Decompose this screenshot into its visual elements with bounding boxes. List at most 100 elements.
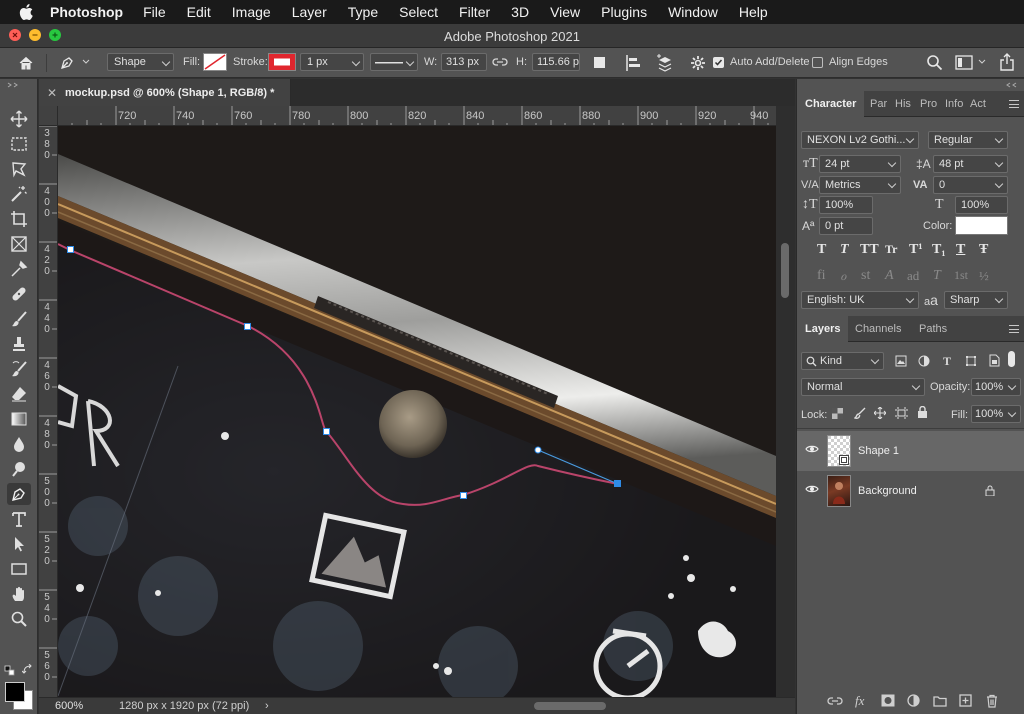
trash-icon[interactable] — [986, 694, 998, 708]
menu-image[interactable]: Image — [232, 4, 271, 20]
brush-tool[interactable] — [7, 308, 31, 330]
panel-collapse-icon[interactable] — [1004, 82, 1018, 88]
tab-paths[interactable]: Paths — [919, 316, 947, 342]
font-size-dropdown[interactable]: 24 pt — [819, 155, 901, 173]
chevron-down-icon[interactable] — [82, 59, 90, 65]
chevron-down-icon[interactable] — [978, 59, 986, 65]
horizontal-ruler[interactable]: 720 740 760 780 800 820 840 860 880 900 … — [58, 106, 776, 126]
align-edges-checkbox[interactable] — [812, 57, 823, 68]
all-caps-button[interactable]: TT — [860, 242, 879, 258]
tab-info[interactable]: Info — [945, 91, 963, 117]
document-canvas[interactable] — [58, 126, 776, 697]
foreground-color-swatch[interactable] — [5, 682, 25, 702]
lock-artboard-icon[interactable] — [895, 407, 908, 419]
faux-bold-button[interactable]: T — [817, 242, 826, 258]
auto-add-delete-checkbox[interactable] — [713, 57, 724, 68]
pen-tool-preset-icon[interactable] — [58, 54, 76, 72]
type-tool[interactable] — [7, 508, 31, 530]
lock-all-icon[interactable] — [917, 406, 928, 419]
panel-collapse-icon[interactable] — [6, 82, 32, 88]
lock-position-icon[interactable] — [874, 407, 886, 419]
menu-plugins[interactable]: Plugins — [601, 4, 647, 20]
gear-icon[interactable] — [690, 55, 706, 71]
share-icon[interactable] — [999, 53, 1015, 71]
tracking-dropdown[interactable]: 0 — [933, 176, 1008, 194]
fill-swatch-none[interactable] — [203, 53, 227, 71]
ruler-origin[interactable] — [39, 106, 58, 126]
menu-help[interactable]: Help — [739, 4, 768, 20]
anchor-point[interactable] — [323, 428, 331, 436]
default-colors-icon[interactable] — [4, 665, 16, 677]
mask-icon[interactable] — [881, 694, 895, 707]
menu-layer[interactable]: Layer — [292, 4, 327, 20]
dodge-tool[interactable] — [7, 458, 31, 480]
language-dropdown[interactable]: English: UK — [801, 291, 919, 309]
panel-menu-icon[interactable] — [1009, 100, 1019, 108]
menu-view[interactable]: View — [550, 4, 580, 20]
menu-photoshop[interactable]: Photoshop — [50, 4, 123, 20]
opacity-input[interactable]: 100% — [971, 378, 1021, 396]
font-family-dropdown[interactable]: NEXON Lv2 Gothi... — [801, 131, 919, 149]
ordinals-button[interactable]: 1st — [954, 268, 968, 283]
tab-properties[interactable]: Pro — [920, 91, 938, 117]
object-selection-tool[interactable] — [7, 183, 31, 205]
search-icon[interactable] — [926, 54, 943, 71]
close-tab-icon[interactable]: ✕ — [47, 86, 57, 100]
menu-file[interactable]: File — [143, 4, 166, 20]
faux-italic-button[interactable]: T — [840, 242, 849, 258]
tab-paragraph[interactable]: Par — [870, 91, 888, 117]
anchor-point[interactable] — [67, 246, 75, 254]
menu-filter[interactable]: Filter — [459, 4, 490, 20]
adjustment-icon[interactable] — [907, 694, 920, 707]
adjustment-filter-icon[interactable] — [918, 355, 930, 367]
swap-colors-icon[interactable] — [22, 664, 34, 676]
path-selection-tool[interactable] — [7, 533, 31, 555]
selected-anchor-point[interactable] — [614, 480, 622, 488]
eye-icon[interactable] — [805, 484, 819, 494]
font-style-dropdown[interactable]: Regular — [928, 131, 1008, 149]
rectangle-tool[interactable] — [7, 558, 31, 580]
zoom-tool[interactable] — [7, 608, 31, 630]
frame-tool[interactable] — [7, 233, 31, 255]
layer-row-shape-1[interactable]: Shape 1 — [797, 431, 1024, 471]
move-tool[interactable] — [7, 108, 31, 130]
menu-window[interactable]: Window — [668, 4, 718, 20]
marquee-tool[interactable] — [7, 133, 31, 155]
image-filter-icon[interactable] — [895, 355, 907, 367]
panel-menu-icon[interactable] — [1009, 325, 1019, 333]
history-brush-tool[interactable] — [7, 358, 31, 380]
tab-history[interactable]: His — [895, 91, 913, 117]
leading-dropdown[interactable]: 48 pt — [933, 155, 1008, 173]
width-input[interactable]: 313 px — [441, 53, 487, 71]
tool-mode-dropdown[interactable]: Shape — [107, 53, 174, 71]
small-caps-button[interactable]: Tr — [885, 242, 897, 257]
crop-tool[interactable] — [7, 208, 31, 230]
fractions-button[interactable]: ½ — [979, 268, 989, 284]
text-color-swatch[interactable] — [955, 216, 1008, 235]
strikethrough-button[interactable]: Ŧ — [979, 242, 988, 258]
blur-tool[interactable] — [7, 433, 31, 455]
swash-button[interactable]: A — [885, 268, 894, 284]
path-operations-icon[interactable] — [593, 56, 607, 70]
layer-filter-dropdown[interactable]: Kind — [801, 352, 884, 370]
layer-row-background[interactable]: Background — [797, 471, 1024, 511]
anchor-point[interactable] — [244, 323, 252, 331]
workspace-icon[interactable] — [955, 55, 973, 70]
tab-character[interactable]: Character — [797, 91, 865, 117]
link-icon[interactable] — [827, 696, 843, 706]
shape-filter-icon[interactable] — [965, 355, 977, 367]
lock-transparent-icon[interactable] — [832, 408, 843, 419]
pen-tool[interactable] — [7, 483, 31, 505]
contextual-alternates-button[interactable]: ℴ — [840, 268, 846, 285]
hand-tool[interactable] — [7, 583, 31, 605]
height-input[interactable]: 115.66 p — [532, 53, 580, 71]
stroke-type-dropdown[interactable] — [370, 53, 418, 71]
new-layer-icon[interactable] — [959, 694, 972, 707]
eraser-tool[interactable] — [7, 383, 31, 405]
menu-select[interactable]: Select — [399, 4, 438, 20]
vertical-scale-input[interactable]: 100% — [819, 196, 873, 214]
document-tab[interactable]: ✕ mockup.psd @ 600% (Shape 1, RGB/8) * — [39, 79, 291, 106]
blend-mode-dropdown[interactable]: Normal — [801, 378, 925, 396]
link-dimensions-icon[interactable] — [492, 57, 508, 67]
vertical-ruler[interactable]: 3 8 0 4 0 0 4 2 0 4 4 0 4 6 0 4 8 0 5 0 … — [39, 126, 58, 697]
